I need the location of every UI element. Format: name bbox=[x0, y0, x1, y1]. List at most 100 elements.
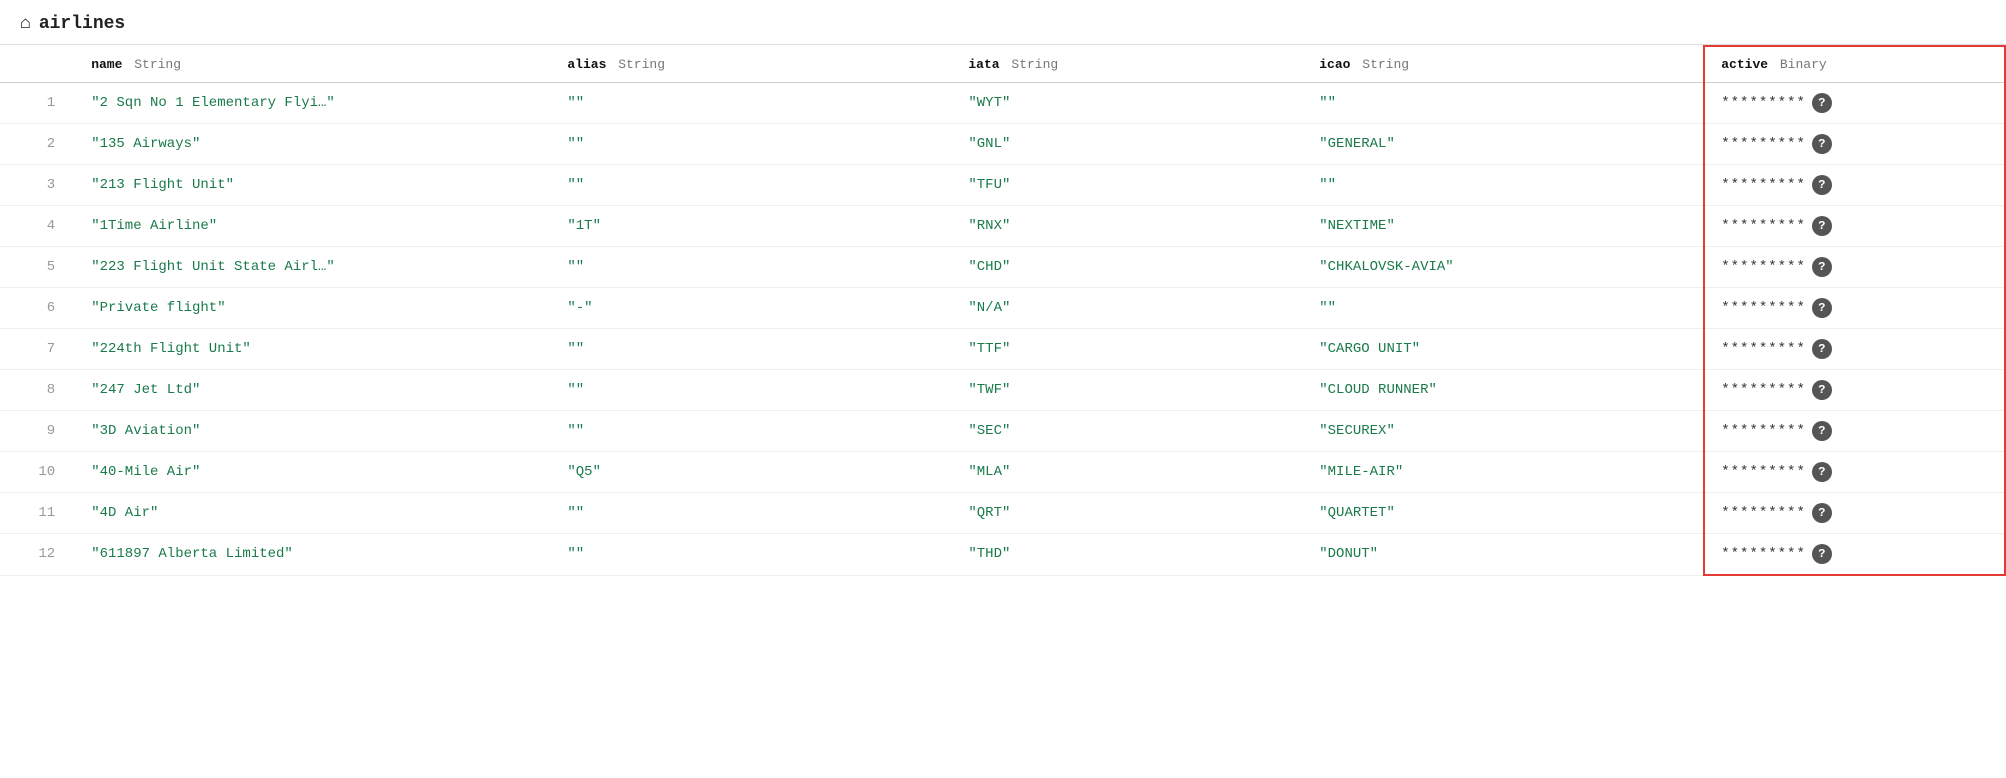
cell-name: "1Time Airline" bbox=[75, 206, 551, 247]
cell-active: ********* ? bbox=[1704, 452, 2005, 493]
cell-active: ********* ? bbox=[1704, 206, 2005, 247]
cell-name: "Private flight" bbox=[75, 288, 551, 329]
table-row: 1 "2 Sqn No 1 Elementary Flyi…" "" "WYT"… bbox=[0, 83, 2005, 124]
cell-rownum: 5 bbox=[0, 247, 75, 288]
cell-icao: "" bbox=[1303, 83, 1704, 124]
question-icon[interactable]: ? bbox=[1812, 339, 1832, 359]
active-asterisks: ********* bbox=[1721, 136, 1806, 152]
table-row: 5 "223 Flight Unit State Airl…" "" "CHD"… bbox=[0, 247, 2005, 288]
question-icon[interactable]: ? bbox=[1812, 380, 1832, 400]
cell-icao: "SECUREX" bbox=[1303, 411, 1704, 452]
active-asterisks: ********* bbox=[1721, 382, 1806, 398]
active-asterisks: ********* bbox=[1721, 341, 1806, 357]
cell-name: "2 Sqn No 1 Elementary Flyi…" bbox=[75, 83, 551, 124]
cell-rownum: 1 bbox=[0, 83, 75, 124]
active-cell-content: ********* ? bbox=[1721, 462, 1988, 482]
question-icon[interactable]: ? bbox=[1812, 462, 1832, 482]
table-row: 6 "Private flight" "-" "N/A" "" ********… bbox=[0, 288, 2005, 329]
col-iata-type: String bbox=[1011, 57, 1058, 72]
cell-name: "135 Airways" bbox=[75, 124, 551, 165]
cell-alias: "" bbox=[551, 165, 952, 206]
active-asterisks: ********* bbox=[1721, 177, 1806, 193]
cell-icao: "MILE-AIR" bbox=[1303, 452, 1704, 493]
cell-iata: "MLA" bbox=[952, 452, 1303, 493]
cell-name: "223 Flight Unit State Airl…" bbox=[75, 247, 551, 288]
cell-icao: "CLOUD RUNNER" bbox=[1303, 370, 1704, 411]
cell-iata: "SEC" bbox=[952, 411, 1303, 452]
cell-active: ********* ? bbox=[1704, 534, 2005, 576]
cell-rownum: 11 bbox=[0, 493, 75, 534]
cell-name: "40-Mile Air" bbox=[75, 452, 551, 493]
col-name-label: name bbox=[91, 57, 122, 72]
active-cell-content: ********* ? bbox=[1721, 298, 1988, 318]
active-asterisks: ********* bbox=[1721, 546, 1806, 562]
cell-icao: "NEXTIME" bbox=[1303, 206, 1704, 247]
cell-alias: "" bbox=[551, 124, 952, 165]
cell-rownum: 2 bbox=[0, 124, 75, 165]
cell-rownum: 12 bbox=[0, 534, 75, 576]
col-alias-label: alias bbox=[567, 57, 606, 72]
cell-active: ********* ? bbox=[1704, 83, 2005, 124]
active-cell-content: ********* ? bbox=[1721, 339, 1988, 359]
active-cell-content: ********* ? bbox=[1721, 503, 1988, 523]
cell-rownum: 10 bbox=[0, 452, 75, 493]
cell-active: ********* ? bbox=[1704, 370, 2005, 411]
cell-alias: "" bbox=[551, 83, 952, 124]
table-row: 4 "1Time Airline" "1T" "RNX" "NEXTIME" *… bbox=[0, 206, 2005, 247]
cell-icao: "QUARTET" bbox=[1303, 493, 1704, 534]
question-icon[interactable]: ? bbox=[1812, 544, 1832, 564]
question-icon[interactable]: ? bbox=[1812, 257, 1832, 277]
table-name-label: airlines bbox=[39, 14, 125, 34]
cell-iata: "TTF" bbox=[952, 329, 1303, 370]
cell-rownum: 4 bbox=[0, 206, 75, 247]
cell-active: ********* ? bbox=[1704, 124, 2005, 165]
question-icon[interactable]: ? bbox=[1812, 134, 1832, 154]
table-row: 2 "135 Airways" "" "GNL" "GENERAL" *****… bbox=[0, 124, 2005, 165]
col-active-label: active bbox=[1721, 57, 1768, 72]
active-asterisks: ********* bbox=[1721, 300, 1806, 316]
table-row: 7 "224th Flight Unit" "" "TTF" "CARGO UN… bbox=[0, 329, 2005, 370]
cell-icao: "" bbox=[1303, 165, 1704, 206]
cell-name: "247 Jet Ltd" bbox=[75, 370, 551, 411]
active-asterisks: ********* bbox=[1721, 95, 1806, 111]
cell-name: "4D Air" bbox=[75, 493, 551, 534]
cell-alias: "-" bbox=[551, 288, 952, 329]
active-cell-content: ********* ? bbox=[1721, 93, 1988, 113]
cell-name: "224th Flight Unit" bbox=[75, 329, 551, 370]
cell-iata: "TFU" bbox=[952, 165, 1303, 206]
active-cell-content: ********* ? bbox=[1721, 544, 1988, 564]
cell-icao: "CARGO UNIT" bbox=[1303, 329, 1704, 370]
cell-iata: "TWF" bbox=[952, 370, 1303, 411]
cell-name: "3D Aviation" bbox=[75, 411, 551, 452]
table-row: 9 "3D Aviation" "" "SEC" "SECUREX" *****… bbox=[0, 411, 2005, 452]
cell-icao: "CHKALOVSK-AVIA" bbox=[1303, 247, 1704, 288]
col-name-type: String bbox=[134, 57, 181, 72]
home-icon: ⌂ bbox=[20, 14, 31, 34]
question-icon[interactable]: ? bbox=[1812, 216, 1832, 236]
active-cell-content: ********* ? bbox=[1721, 134, 1988, 154]
cell-iata: "RNX" bbox=[952, 206, 1303, 247]
table-row: 3 "213 Flight Unit" "" "TFU" "" ********… bbox=[0, 165, 2005, 206]
question-icon[interactable]: ? bbox=[1812, 93, 1832, 113]
active-asterisks: ********* bbox=[1721, 464, 1806, 480]
question-icon[interactable]: ? bbox=[1812, 175, 1832, 195]
question-icon[interactable]: ? bbox=[1812, 421, 1832, 441]
col-header-icao: icao String bbox=[1303, 46, 1704, 83]
cell-rownum: 7 bbox=[0, 329, 75, 370]
cell-name: "213 Flight Unit" bbox=[75, 165, 551, 206]
table-row: 10 "40-Mile Air" "Q5" "MLA" "MILE-AIR" *… bbox=[0, 452, 2005, 493]
table-header-row: name String alias String iata String ica… bbox=[0, 46, 2005, 83]
active-asterisks: ********* bbox=[1721, 259, 1806, 275]
active-cell-content: ********* ? bbox=[1721, 380, 1988, 400]
active-cell-content: ********* ? bbox=[1721, 421, 1988, 441]
question-icon[interactable]: ? bbox=[1812, 298, 1832, 318]
cell-active: ********* ? bbox=[1704, 247, 2005, 288]
cell-alias: "" bbox=[551, 493, 952, 534]
cell-iata: "CHD" bbox=[952, 247, 1303, 288]
cell-rownum: 9 bbox=[0, 411, 75, 452]
cell-iata: "GNL" bbox=[952, 124, 1303, 165]
cell-rownum: 3 bbox=[0, 165, 75, 206]
cell-iata: "THD" bbox=[952, 534, 1303, 576]
cell-active: ********* ? bbox=[1704, 411, 2005, 452]
question-icon[interactable]: ? bbox=[1812, 503, 1832, 523]
